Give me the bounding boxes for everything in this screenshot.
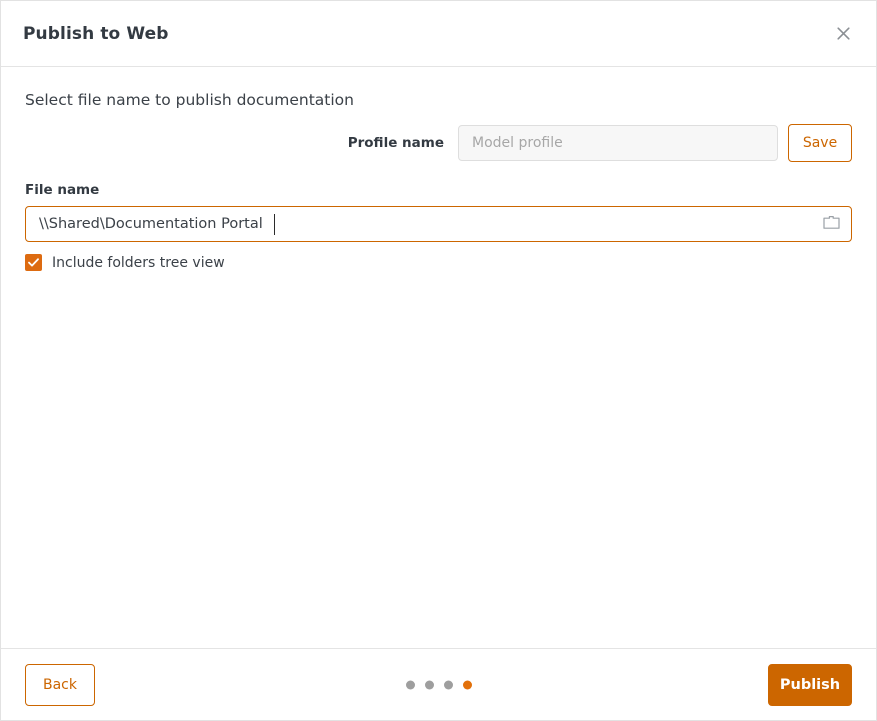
profile-name-label: Profile name — [347, 135, 444, 151]
profile-name-row: Profile name Save — [25, 124, 852, 162]
back-button[interactable]: Back — [25, 663, 95, 706]
publish-button-label: Publish — [779, 676, 841, 693]
back-button-label: Back — [43, 676, 77, 693]
text-caret — [274, 214, 275, 235]
section-heading: Select file name to publish documentatio… — [25, 91, 354, 109]
step-dot-3[interactable] — [443, 680, 453, 689]
file-name-field[interactable] — [25, 206, 852, 242]
step-dot-1[interactable] — [405, 680, 415, 689]
save-profile-button[interactable]: Save — [788, 124, 852, 162]
file-name-label: File name — [25, 182, 100, 198]
close-button[interactable] — [826, 17, 860, 51]
save-profile-label: Save — [802, 135, 838, 151]
browse-folder-button[interactable] — [819, 212, 843, 236]
file-name-input[interactable] — [26, 207, 851, 241]
profile-name-input[interactable] — [458, 125, 778, 161]
include-folders-tree-view-checkbox[interactable]: Include folders tree view — [25, 254, 225, 271]
close-icon — [836, 27, 850, 40]
include-folders-tree-view-label: Include folders tree view — [52, 254, 225, 271]
dialog-header: Publish to Web — [1, 1, 876, 67]
dialog-footer: Back Publish — [1, 648, 876, 720]
step-dot-2[interactable] — [424, 680, 434, 689]
step-dot-4[interactable] — [462, 680, 472, 689]
check-icon — [28, 258, 39, 267]
dialog-title: Publish to Web — [23, 23, 169, 44]
step-indicator — [1, 680, 876, 689]
publish-button[interactable]: Publish — [768, 663, 852, 706]
folder-icon — [822, 215, 840, 233]
checkbox-box — [25, 254, 42, 271]
dialog-body: Select file name to publish documentatio… — [1, 67, 876, 648]
publish-to-web-dialog: Publish to Web Select file name to publi… — [0, 0, 877, 721]
